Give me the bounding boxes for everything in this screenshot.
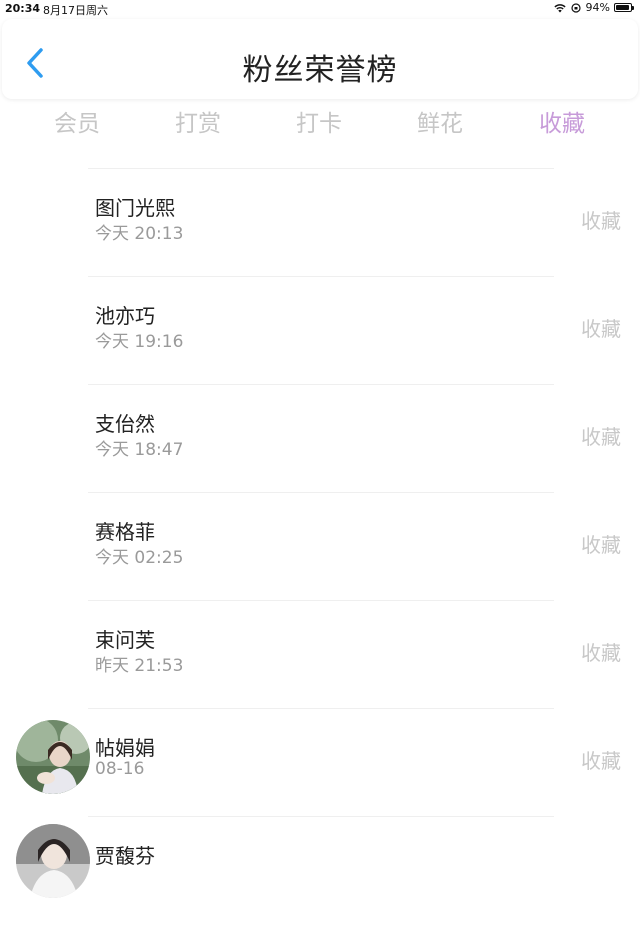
- divider: [88, 600, 554, 601]
- battery-percent: 94%: [585, 1, 610, 14]
- status-date: 8月17日周六: [43, 4, 108, 17]
- fan-name: 帖娟娟: [95, 736, 155, 760]
- tab-favorites[interactable]: 收藏: [502, 104, 622, 138]
- wifi-icon: [553, 3, 566, 12]
- divider: [88, 708, 554, 709]
- fan-time: 今天 18:47: [95, 440, 184, 460]
- status-time: 20:34: [5, 2, 41, 15]
- divider: [88, 384, 554, 385]
- status-bar: 20:34 8月17日周六 94%: [0, 0, 640, 18]
- fan-name: 支佁然: [95, 412, 155, 436]
- list-item[interactable]: 贾馥芬: [0, 818, 640, 926]
- action-label[interactable]: 收藏: [581, 745, 621, 774]
- header-bar: 粉丝荣誉榜: [2, 19, 638, 99]
- tab-members[interactable]: 会员: [17, 104, 137, 138]
- list-item[interactable]: 帖娟娟 08-16 收藏: [0, 710, 640, 818]
- orientation-lock-icon: [570, 2, 581, 13]
- fan-name: 束问芙: [95, 628, 155, 652]
- divider: [88, 168, 554, 169]
- list-item[interactable]: 支佁然 今天 18:47 收藏: [0, 386, 640, 494]
- action-label[interactable]: 收藏: [581, 205, 621, 234]
- list-item[interactable]: 束问芙 昨天 21:53 收藏: [0, 602, 640, 710]
- fan-time: 今天 20:13: [95, 224, 184, 244]
- tab-flowers[interactable]: 鲜花: [380, 104, 500, 138]
- fan-name: 赛格菲: [95, 520, 155, 544]
- tab-bar: 会员 打赏 打卡 鲜花 收藏: [0, 104, 640, 144]
- battery-icon: [614, 3, 634, 12]
- divider: [88, 276, 554, 277]
- fan-name: 图门光熙: [95, 196, 175, 220]
- fan-name: 贾馥芬: [95, 844, 155, 868]
- action-label[interactable]: 收藏: [581, 421, 621, 450]
- action-label[interactable]: 收藏: [581, 529, 621, 558]
- list-item[interactable]: 赛格菲 今天 02:25 收藏: [0, 494, 640, 602]
- list-item[interactable]: 图门光熙 今天 20:13 收藏: [0, 170, 640, 278]
- action-label[interactable]: 收藏: [581, 313, 621, 342]
- page-title: 粉丝荣誉榜: [242, 53, 398, 88]
- avatar[interactable]: [16, 720, 90, 794]
- list-item[interactable]: 池亦巧 今天 19:16 收藏: [0, 278, 640, 386]
- fan-time: 今天 19:16: [95, 332, 184, 352]
- action-label[interactable]: 收藏: [581, 637, 621, 666]
- divider: [88, 492, 554, 493]
- fan-time: 08-16: [95, 759, 145, 779]
- fan-name: 池亦巧: [95, 304, 155, 328]
- fan-time: 昨天 21:53: [95, 656, 184, 676]
- tab-checkin[interactable]: 打卡: [259, 104, 379, 138]
- tab-tips[interactable]: 打赏: [138, 104, 258, 138]
- divider: [88, 816, 554, 817]
- avatar[interactable]: [16, 824, 90, 898]
- status-indicators: 94%: [553, 1, 634, 14]
- fan-time: 今天 02:25: [95, 548, 184, 568]
